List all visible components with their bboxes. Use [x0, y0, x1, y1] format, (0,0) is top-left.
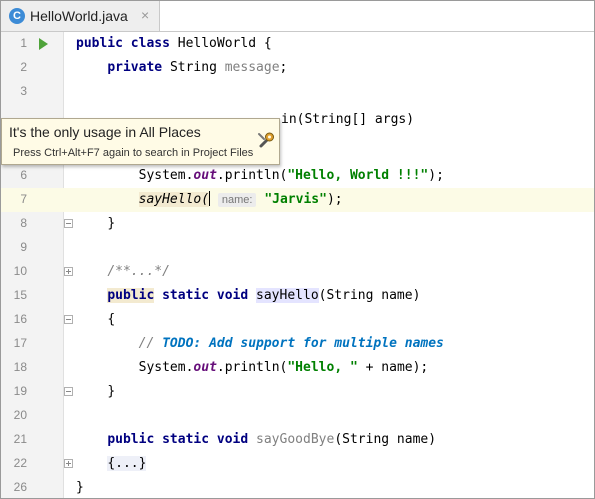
gutter-row: 10 — [1, 260, 73, 284]
line-number: 6 — [20, 168, 27, 182]
code-line[interactable]: System.out.println("Hello, " + name); — [63, 356, 594, 380]
gutter-row: 22 — [1, 452, 73, 476]
code-line[interactable]: { — [63, 308, 594, 332]
code-line[interactable]: public class HelloWorld { — [63, 32, 594, 56]
tab-label: HelloWorld.java — [30, 8, 128, 24]
line-number: 9 — [20, 240, 27, 254]
gutter-row-current: 7 — [1, 188, 63, 212]
line-number: 26 — [13, 480, 27, 494]
gutter-row: 18 — [1, 356, 63, 380]
code-line[interactable]: } — [63, 380, 594, 404]
usage-tooltip: It's the only usage in All Places Press … — [1, 118, 280, 165]
gutter-row: 21 — [1, 428, 63, 452]
gutter-row: 17 — [1, 332, 63, 356]
gutter-row: 3 — [1, 80, 63, 104]
line-number: 10 — [13, 264, 27, 278]
tooltip-message: It's the only usage in All Places — [9, 124, 201, 140]
editor-tab-bar: C HelloWorld.java × — [1, 1, 594, 32]
code-line[interactable]: /**...*/ — [63, 260, 594, 284]
line-number: 1 — [20, 36, 27, 50]
run-icon[interactable] — [39, 38, 48, 50]
line-number: 7 — [20, 192, 27, 206]
code-area[interactable]: public class HelloWorld { private String… — [63, 32, 594, 498]
code-line-current[interactable]: sayHello( name: "Jarvis"); — [63, 188, 594, 212]
line-number: 18 — [13, 360, 27, 374]
code-line[interactable]: public static void sayGoodBye(String nam… — [63, 428, 594, 452]
code-line[interactable]: public static void sayHello(String name) — [63, 284, 594, 308]
gutter-row: 15 — [1, 284, 63, 308]
code-line[interactable]: {...} — [63, 452, 594, 476]
gutter-row: 16 — [1, 308, 73, 332]
tab-helloworld-java[interactable]: C HelloWorld.java × — [1, 1, 160, 31]
line-number: 3 — [20, 84, 27, 98]
code-line[interactable]: System.out.println("Hello, World !!!"); — [63, 164, 594, 188]
line-number: 17 — [13, 336, 27, 350]
code-line[interactable]: // TODO: Add support for multiple names — [63, 332, 594, 356]
gutter-row: 9 — [1, 236, 63, 260]
parameter-hint: name: — [217, 193, 257, 207]
gutter-row: 2 — [1, 56, 63, 80]
tooltip-hint: Press Ctrl+Alt+F7 again to search in Pro… — [13, 147, 254, 159]
line-number: 15 — [13, 288, 27, 302]
gutter-row: 19 — [1, 380, 73, 404]
gutter-row: 1 — [1, 32, 63, 56]
line-number: 8 — [20, 216, 27, 230]
close-tab-icon[interactable]: × — [141, 7, 149, 23]
gutter-row: 6 — [1, 164, 63, 188]
line-number: 21 — [13, 432, 27, 446]
code-line[interactable]: } — [63, 476, 594, 498]
line-number: 22 — [13, 456, 27, 470]
code-line[interactable]: } — [63, 212, 594, 236]
text-caret — [209, 192, 210, 207]
line-number: 2 — [20, 60, 27, 74]
line-gutter: 1 2 3 6 7 8 9 10 15 16 17 18 19 20 21 22… — [1, 32, 73, 498]
gutter-row: 8 — [1, 212, 73, 236]
folded-code-block[interactable]: {...} — [107, 456, 147, 471]
gutter-row: 26 — [1, 476, 63, 498]
line-number: 16 — [13, 312, 27, 326]
code-line[interactable]: private String message; — [63, 56, 594, 80]
editor-window: C HelloWorld.java × 1 2 3 6 7 8 9 10 15 … — [0, 0, 595, 499]
java-class-icon: C — [9, 8, 25, 24]
gutter-row: 20 — [1, 404, 63, 428]
settings-wrench-icon[interactable] — [257, 130, 275, 150]
line-number: 19 — [13, 384, 27, 398]
line-number: 20 — [13, 408, 27, 422]
